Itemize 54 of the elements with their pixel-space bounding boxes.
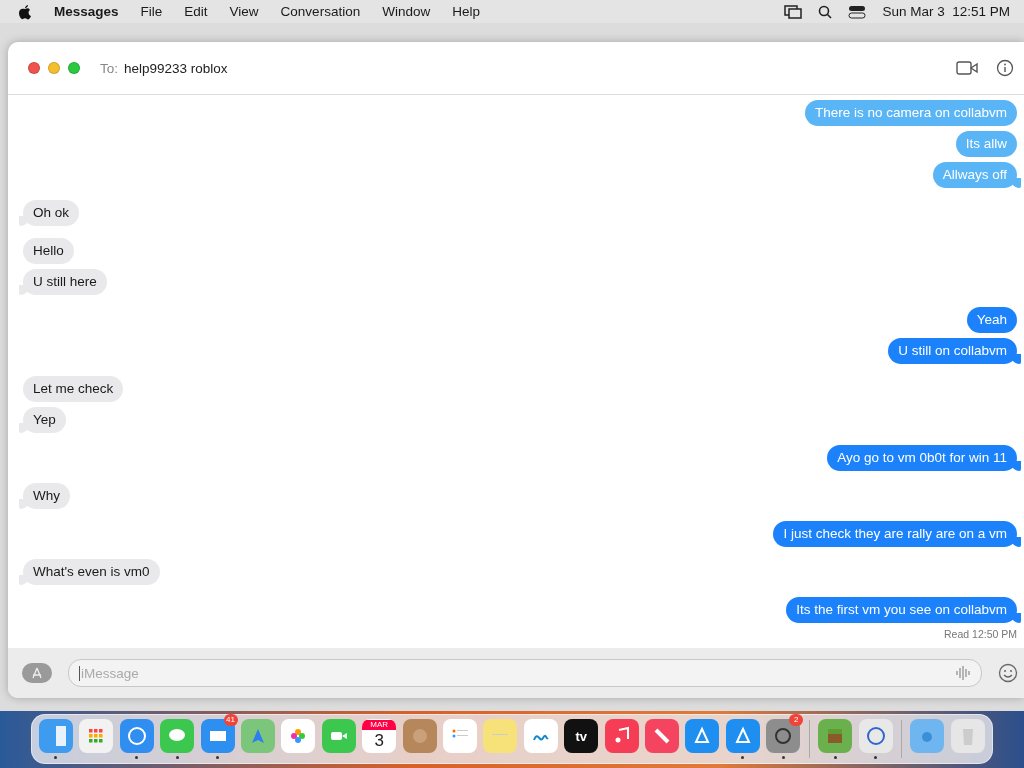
safari-app-icon[interactable] [119,719,154,753]
music-app-icon[interactable] [604,719,639,753]
info-icon[interactable] [996,59,1014,77]
menu-item[interactable]: Conversation [280,4,361,19]
menu-bar-clock[interactable]: Sun Mar 3 12:51 PM [882,4,1010,19]
app-menu[interactable]: Messages [54,4,119,19]
menu-item[interactable]: File [140,4,163,19]
finder-app-icon[interactable] [38,719,73,753]
tv-label: tv [575,728,587,744]
sent-message: Yeah [966,307,1017,333]
minecraft-app-icon[interactable] [818,719,853,753]
close-button[interactable] [28,62,40,74]
mail-app-icon[interactable] [200,719,235,753]
emoji-icon[interactable] [998,663,1018,683]
downloads-app-icon[interactable] [910,719,945,753]
apps-button[interactable] [22,663,52,683]
read-receipt: Read 12:50 PM [944,628,1017,640]
keynote-app-icon[interactable] [685,719,720,753]
launchpad-app-icon[interactable] [79,719,114,753]
recipient-name[interactable]: help99233 roblox [124,60,228,76]
received-message: Let me check [23,376,124,402]
tv-app-icon[interactable]: tv [564,719,599,753]
calendar-app-icon[interactable]: MAR 3 [362,719,397,753]
appstore-app-icon[interactable] [725,719,760,753]
photos-app-icon[interactable] [281,719,316,753]
audio-icon[interactable] [955,666,971,680]
menu-item[interactable]: Edit [184,4,208,19]
menu-item[interactable]: Help [452,4,480,19]
maps-app-icon[interactable] [241,719,275,753]
windows-icon[interactable] [784,4,803,19]
menu-item[interactable]: View [229,4,259,19]
app-store-icon [31,667,43,679]
freeform-app-icon[interactable] [523,719,558,753]
control-center-icon[interactable] [848,4,867,19]
apple-menu-icon[interactable] [18,3,32,20]
findmy-app-icon[interactable] [858,719,893,753]
video-call-icon[interactable] [956,61,978,75]
search-icon[interactable] [818,4,833,19]
settings-app-icon[interactable] [766,719,801,753]
notification-badge: 2 [789,714,804,726]
minimize-button[interactable] [48,62,60,74]
sent-message: There is no camera on collabvm [804,100,1017,126]
facetime-app-icon[interactable] [321,719,356,753]
menu-item[interactable]: Window [382,4,431,19]
sent-message: Its allw [955,131,1017,157]
received-message: Hello [23,238,74,264]
calendar-month: MAR [362,720,397,730]
messages-app-icon[interactable] [160,719,195,753]
contacts-app-icon[interactable] [402,719,437,753]
zoom-button[interactable] [68,62,80,74]
notification-badge: 41 [223,714,238,726]
calendar-day: 3 [374,730,384,752]
news-app-icon[interactable] [645,719,680,753]
to-label: To: [100,60,118,76]
